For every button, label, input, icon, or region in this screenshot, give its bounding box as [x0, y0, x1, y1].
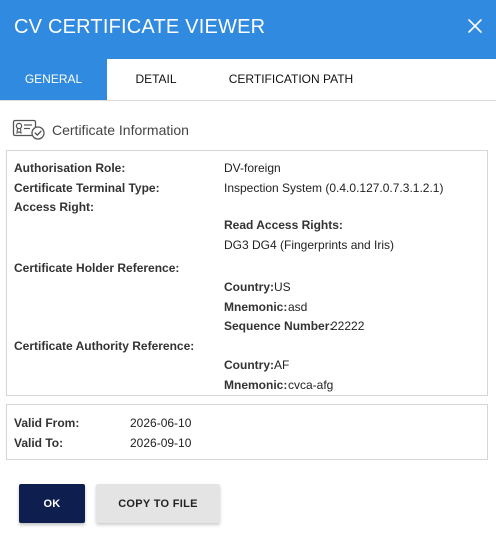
holder-mnemonic-label: Mnemonic: — [224, 300, 288, 314]
terminal-type-value: Inspection System (0.4.0.127.0.7.3.1.2.1… — [224, 181, 444, 195]
section-title: Certificate Information — [52, 122, 189, 138]
authority-mnemonic-value: cvca-afg — [288, 378, 334, 392]
dialog-titlebar: CV CERTIFICATE VIEWER — [0, 0, 496, 59]
holder-sequence-value: 22222 — [331, 319, 365, 333]
holder-country-value: US — [274, 280, 291, 294]
holder-mnemonic-value: asd — [288, 300, 308, 314]
holder-country-label: Country: — [224, 280, 274, 294]
valid-to-label: Valid To: — [14, 436, 64, 450]
authority-country-value: AF — [274, 358, 290, 372]
holder-reference-label: Certificate Holder Reference: — [14, 261, 180, 275]
section-header: Certificate Information — [12, 118, 189, 142]
dialog-title: CV CERTIFICATE VIEWER — [14, 16, 266, 38]
authority-country-label: Country: — [224, 358, 274, 372]
read-access-label: Read Access Rights: — [224, 218, 343, 232]
close-icon[interactable] — [466, 17, 484, 35]
read-access-value: DG3 DG4 (Fingerprints and Iris) — [224, 238, 395, 252]
copy-to-file-button[interactable]: COPY TO FILE — [96, 484, 220, 523]
valid-from-label: Valid From: — [14, 416, 80, 430]
validity-panel — [6, 404, 488, 460]
valid-to-value: 2026-09-10 — [130, 436, 192, 450]
valid-from-value: 2026-06-10 — [130, 416, 192, 430]
tab-certification-path[interactable]: CERTIFICATION PATH — [205, 59, 377, 100]
tab-general[interactable]: GENERAL — [0, 59, 107, 100]
tab-detail[interactable]: DETAIL — [107, 59, 205, 100]
certificate-icon — [12, 119, 45, 140]
ok-button[interactable]: OK — [19, 484, 85, 523]
authority-reference-label: Certificate Authority Reference: — [14, 339, 195, 353]
holder-sequence-label: Sequence Number: — [224, 319, 334, 333]
tab-bar: GENERAL DETAIL CERTIFICATION PATH — [0, 59, 496, 101]
authority-mnemonic-label: Mnemonic: — [224, 378, 288, 392]
authorisation-role-label: Authorisation Role: — [14, 161, 126, 175]
authorisation-role-value: DV-foreign — [224, 161, 281, 175]
terminal-type-label: Certificate Terminal Type: — [14, 181, 160, 195]
access-right-label: Access Right: — [14, 200, 95, 214]
